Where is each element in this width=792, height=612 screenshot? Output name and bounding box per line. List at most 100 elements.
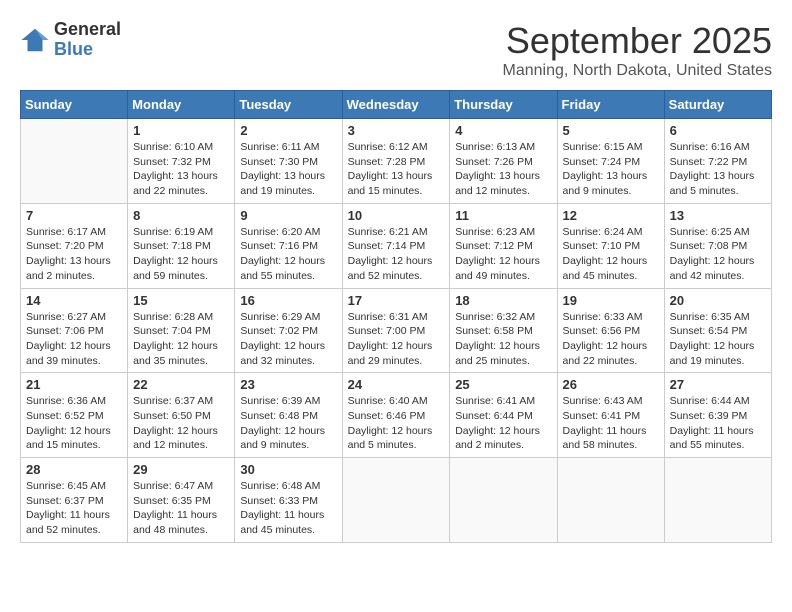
day-info: Sunrise: 6:24 AM Sunset: 7:10 PM Dayligh…: [563, 225, 659, 284]
calendar-cell: 6 Sunrise: 6:16 AM Sunset: 7:22 PM Daylig…: [664, 119, 771, 204]
day-number: 3: [348, 123, 445, 138]
day-info: Sunrise: 6:16 AM Sunset: 7:22 PM Dayligh…: [670, 140, 766, 199]
day-info: Sunrise: 6:35 AM Sunset: 6:54 PM Dayligh…: [670, 310, 766, 369]
title-block: September 2025 Manning, North Dakota, Un…: [503, 20, 772, 80]
day-number: 7: [26, 208, 122, 223]
day-info: Sunrise: 6:29 AM Sunset: 7:02 PM Dayligh…: [240, 310, 336, 369]
day-number: 28: [26, 462, 122, 477]
day-number: 14: [26, 293, 122, 308]
day-info: Sunrise: 6:39 AM Sunset: 6:48 PM Dayligh…: [240, 394, 336, 453]
day-info: Sunrise: 6:12 AM Sunset: 7:28 PM Dayligh…: [348, 140, 445, 199]
day-info: Sunrise: 6:48 AM Sunset: 6:33 PM Dayligh…: [240, 479, 336, 538]
day-number: 22: [133, 377, 229, 392]
calendar-cell: 8Sunrise: 6:19 AM Sunset: 7:18 PM Daylig…: [128, 203, 235, 288]
day-info: Sunrise: 6:44 AM Sunset: 6:39 PM Dayligh…: [670, 394, 766, 453]
calendar-cell: 17 Sunrise: 6:31 AM Sunset: 7:00 PM Dayli…: [342, 288, 450, 373]
calendar-cell: 7 Sunrise: 6:17 AM Sunset: 7:20 PM Daylig…: [21, 203, 128, 288]
calendar-cell: 29Sunrise: 6:47 AM Sunset: 6:35 PM Dayli…: [128, 458, 235, 543]
day-info: Sunrise: 6:23 AM Sunset: 7:12 PM Dayligh…: [455, 225, 551, 284]
day-number: 11: [455, 208, 551, 223]
day-of-week-header: Wednesday: [342, 91, 450, 119]
day-number: 1: [133, 123, 229, 138]
day-info: Sunrise: 6:41 AM Sunset: 6:44 PM Dayligh…: [455, 394, 551, 453]
calendar-cell: 13Sunrise: 6:25 AM Sunset: 7:08 PM Dayli…: [664, 203, 771, 288]
calendar-cell: 9 Sunrise: 6:20 AM Sunset: 7:16 PM Daylig…: [235, 203, 342, 288]
day-number: 30: [240, 462, 336, 477]
day-number: 18: [455, 293, 551, 308]
day-of-week-header: Tuesday: [235, 91, 342, 119]
logo-general: General: [54, 20, 121, 40]
day-number: 10: [348, 208, 445, 223]
calendar-week-row: 14 Sunrise: 6:27 AM Sunset: 7:06 PM Dayli…: [21, 288, 772, 373]
day-of-week-header: Monday: [128, 91, 235, 119]
day-number: 23: [240, 377, 336, 392]
day-info: Sunrise: 6:20 AM Sunset: 7:16 PM Dayligh…: [240, 225, 336, 284]
location: Manning, North Dakota, United States: [503, 62, 772, 80]
day-number: 20: [670, 293, 766, 308]
calendar-cell: 3 Sunrise: 6:12 AM Sunset: 7:28 PM Daylig…: [342, 119, 450, 204]
day-number: 2: [240, 123, 336, 138]
calendar-cell: 1 Sunrise: 6:10 AM Sunset: 7:32 PM Daylig…: [128, 119, 235, 204]
calendar-cell: [21, 119, 128, 204]
calendar-cell: 14 Sunrise: 6:27 AM Sunset: 7:06 PM Dayli…: [21, 288, 128, 373]
calendar-cell: 5Sunrise: 6:15 AM Sunset: 7:24 PM Daylig…: [557, 119, 664, 204]
calendar-cell: 27 Sunrise: 6:44 AM Sunset: 6:39 PM Dayli…: [664, 373, 771, 458]
day-number: 27: [670, 377, 766, 392]
day-info: Sunrise: 6:31 AM Sunset: 7:00 PM Dayligh…: [348, 310, 445, 369]
calendar-week-row: 7 Sunrise: 6:17 AM Sunset: 7:20 PM Daylig…: [21, 203, 772, 288]
day-info: Sunrise: 6:33 AM Sunset: 6:56 PM Dayligh…: [563, 310, 659, 369]
calendar-cell: 2 Sunrise: 6:11 AM Sunset: 7:30 PM Daylig…: [235, 119, 342, 204]
day-header-row: SundayMondayTuesdayWednesdayThursdayFrid…: [21, 91, 772, 119]
day-number: 16: [240, 293, 336, 308]
day-info: Sunrise: 6:15 AM Sunset: 7:24 PM Dayligh…: [563, 140, 659, 199]
calendar-cell: 10Sunrise: 6:21 AM Sunset: 7:14 PM Dayli…: [342, 203, 450, 288]
day-info: Sunrise: 6:43 AM Sunset: 6:41 PM Dayligh…: [563, 394, 659, 453]
day-number: 24: [348, 377, 445, 392]
day-of-week-header: Thursday: [450, 91, 557, 119]
calendar-week-row: 21 Sunrise: 6:36 AM Sunset: 6:52 PM Dayli…: [21, 373, 772, 458]
calendar-cell: 23 Sunrise: 6:39 AM Sunset: 6:48 PM Dayli…: [235, 373, 342, 458]
calendar-cell: 24 Sunrise: 6:40 AM Sunset: 6:46 PM Dayli…: [342, 373, 450, 458]
logo-blue: Blue: [54, 40, 121, 60]
day-info: Sunrise: 6:40 AM Sunset: 6:46 PM Dayligh…: [348, 394, 445, 453]
day-number: 6: [670, 123, 766, 138]
calendar-cell: 19 Sunrise: 6:33 AM Sunset: 6:56 PM Dayli…: [557, 288, 664, 373]
day-info: Sunrise: 6:36 AM Sunset: 6:52 PM Dayligh…: [26, 394, 122, 453]
day-number: 4: [455, 123, 551, 138]
logo-text: General Blue: [54, 20, 121, 60]
day-info: Sunrise: 6:10 AM Sunset: 7:32 PM Dayligh…: [133, 140, 229, 199]
calendar-cell: 20 Sunrise: 6:35 AM Sunset: 6:54 PM Dayli…: [664, 288, 771, 373]
day-number: 25: [455, 377, 551, 392]
calendar-cell: [450, 458, 557, 543]
day-of-week-header: Sunday: [21, 91, 128, 119]
calendar-cell: 18 Sunrise: 6:32 AM Sunset: 6:58 PM Dayli…: [450, 288, 557, 373]
calendar-cell: [557, 458, 664, 543]
day-of-week-header: Friday: [557, 91, 664, 119]
day-info: Sunrise: 6:25 AM Sunset: 7:08 PM Dayligh…: [670, 225, 766, 284]
calendar-cell: 26 Sunrise: 6:43 AM Sunset: 6:41 PM Dayli…: [557, 373, 664, 458]
day-info: Sunrise: 6:11 AM Sunset: 7:30 PM Dayligh…: [240, 140, 336, 199]
month-title: September 2025: [503, 20, 772, 62]
day-number: 19: [563, 293, 659, 308]
calendar-week-row: 1 Sunrise: 6:10 AM Sunset: 7:32 PM Daylig…: [21, 119, 772, 204]
calendar-cell: 28Sunrise: 6:45 AM Sunset: 6:37 PM Dayli…: [21, 458, 128, 543]
calendar-cell: 22Sunrise: 6:37 AM Sunset: 6:50 PM Dayli…: [128, 373, 235, 458]
day-info: Sunrise: 6:47 AM Sunset: 6:35 PM Dayligh…: [133, 479, 229, 538]
calendar: SundayMondayTuesdayWednesdayThursdayFrid…: [20, 90, 772, 543]
day-number: 26: [563, 377, 659, 392]
calendar-week-row: 28Sunrise: 6:45 AM Sunset: 6:37 PM Dayli…: [21, 458, 772, 543]
calendar-cell: 21 Sunrise: 6:36 AM Sunset: 6:52 PM Dayli…: [21, 373, 128, 458]
day-number: 8: [133, 208, 229, 223]
page-header: General Blue September 2025 Manning, Nor…: [20, 20, 772, 80]
day-number: 12: [563, 208, 659, 223]
day-info: Sunrise: 6:27 AM Sunset: 7:06 PM Dayligh…: [26, 310, 122, 369]
day-number: 21: [26, 377, 122, 392]
calendar-cell: [342, 458, 450, 543]
calendar-cell: 16 Sunrise: 6:29 AM Sunset: 7:02 PM Dayli…: [235, 288, 342, 373]
day-number: 9: [240, 208, 336, 223]
calendar-header: SundayMondayTuesdayWednesdayThursdayFrid…: [21, 91, 772, 119]
day-info: Sunrise: 6:32 AM Sunset: 6:58 PM Dayligh…: [455, 310, 551, 369]
day-info: Sunrise: 6:17 AM Sunset: 7:20 PM Dayligh…: [26, 225, 122, 284]
day-number: 17: [348, 293, 445, 308]
calendar-cell: 12 Sunrise: 6:24 AM Sunset: 7:10 PM Dayli…: [557, 203, 664, 288]
